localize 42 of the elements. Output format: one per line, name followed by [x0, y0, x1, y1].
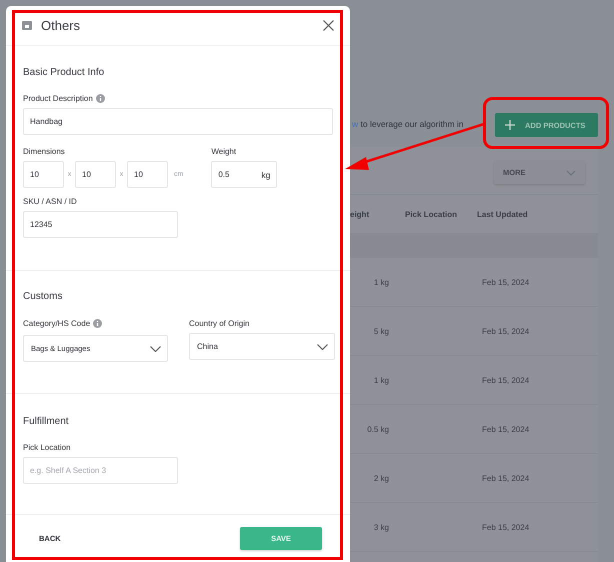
- table-cell: Feb 15, 2024: [482, 474, 530, 482]
- table-cell-text: 0.5 kg: [366, 424, 389, 434]
- info-icon: [96, 94, 105, 103]
- table-cell: Feb 15, 2024: [482, 278, 530, 286]
- table-cell: Feb 15, 2024: [482, 376, 530, 384]
- plus-icon: [505, 120, 515, 130]
- table-cell: Feb 15, 2024: [482, 522, 530, 532]
- input-field[interactable]: 10: [75, 161, 116, 188]
- section-title: Basic Product Info: [23, 67, 106, 78]
- column-header: eight: [350, 210, 370, 218]
- field-label: Category/HS Code: [23, 319, 90, 328]
- chevron-down-icon: [150, 346, 161, 352]
- section-title: Customs: [23, 291, 64, 302]
- input-field[interactable]: Handbag: [23, 108, 333, 135]
- window-icon: [22, 21, 32, 30]
- input-field[interactable]: 0.5 kg: [211, 161, 278, 188]
- input-field[interactable]: 10: [23, 161, 64, 188]
- dialog-title: Others: [41, 18, 82, 33]
- field-label: Weight: [211, 147, 238, 156]
- table-cell-text: 5 kg: [372, 326, 389, 336]
- table-cell-text: 1 kg: [372, 278, 389, 286]
- column-header: Last Updated: [477, 210, 528, 218]
- section-title: Fulfillment: [23, 416, 70, 427]
- field-label: SKU / ASN / ID: [23, 197, 78, 206]
- input-field[interactable]: 10: [127, 161, 168, 188]
- field-label: Pick Location: [23, 443, 72, 452]
- table-cell-text: 1 kg: [372, 376, 389, 384]
- field-label: Country of Origin: [189, 319, 250, 328]
- country-select[interactable]: China: [189, 333, 335, 360]
- table-cell: Feb 15, 2024: [482, 326, 530, 336]
- notice-text: w to leverage our algorithm in: [352, 118, 464, 128]
- column-header: Pick Location: [405, 210, 458, 218]
- info-icon: [93, 319, 102, 328]
- table-cell: Feb 15, 2024: [482, 424, 530, 434]
- chevron-down-icon: [317, 344, 328, 350]
- table-cell-text: 3 kg: [372, 522, 389, 532]
- chevron-down-icon: [566, 170, 576, 176]
- input-field[interactable]: 12345: [23, 211, 178, 238]
- table-cell-text: 2 kg: [372, 474, 389, 482]
- input-field[interactable]: e.g. Shelf A Section 3: [23, 457, 178, 484]
- field-label: Product Description: [23, 94, 93, 103]
- field-label: Dimensions: [23, 147, 66, 156]
